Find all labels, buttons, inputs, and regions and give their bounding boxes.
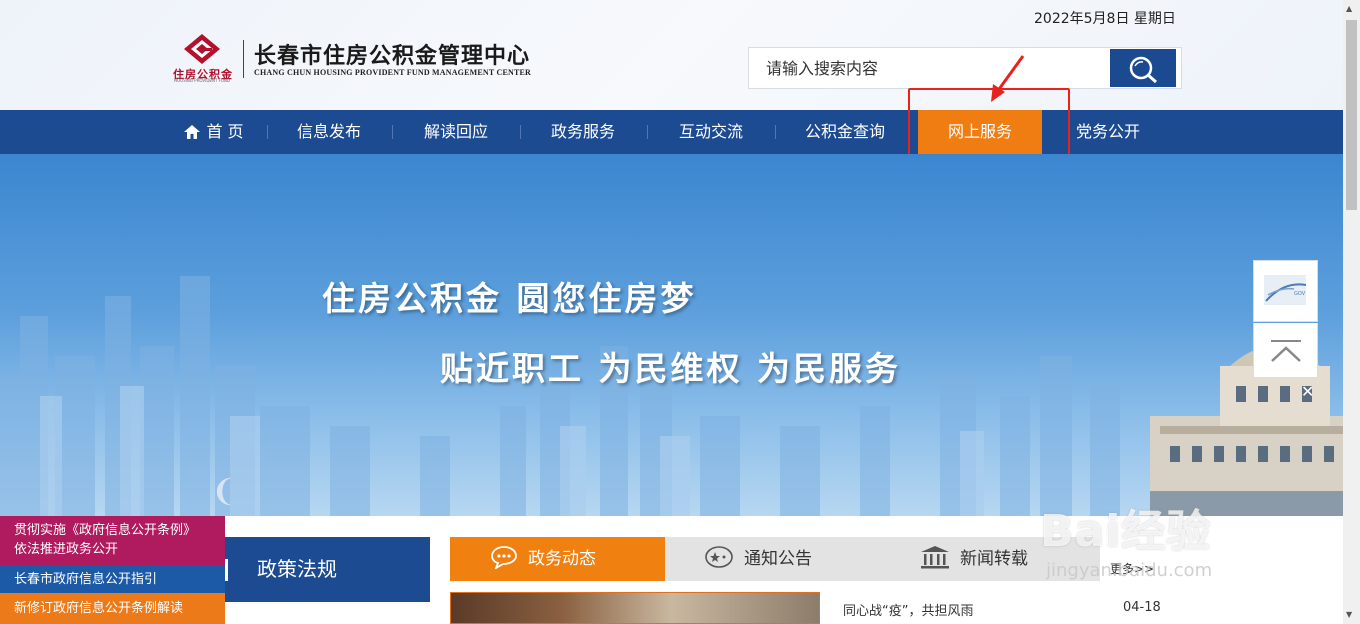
site-subtitle: CHANG CHUN HOUSING PROVIDENT FUND MANAGE… (254, 68, 532, 77)
star-badge-icon (705, 546, 733, 568)
baidu-watermark: Bai经验 (1040, 506, 1212, 557)
banner-prev-arrow-icon[interactable]: ❨ (211, 474, 236, 509)
baidu-watermark-url: jingyan.baidu.com (1046, 560, 1213, 581)
search-icon (1129, 56, 1157, 84)
scroll-down-arrow-icon[interactable]: ▼ (1346, 610, 1352, 619)
hero-banner[interactable]: 住房公积金 圆您住房梦 贴近职工 为民维权 为民服务 ❨ (0, 154, 1343, 516)
news-thumbnail[interactable] (450, 592, 820, 624)
nav-fund-query[interactable]: 公积金查询 (790, 110, 900, 154)
svg-text:GOV: GOV (1294, 291, 1306, 297)
tab-gov-news[interactable]: 政务动态 (450, 537, 665, 581)
policy-regulations-tab[interactable]: 政策法规 (225, 537, 430, 602)
home-icon (184, 125, 201, 139)
chevron-up-icon (1271, 340, 1301, 362)
site-title[interactable]: 长春市住房公积金管理中心 (254, 38, 530, 70)
news-item-date: 04-18 (1123, 600, 1161, 615)
search-input[interactable] (749, 48, 1109, 88)
banner-slogan-primary: 住房公积金 圆您住房梦 (322, 279, 697, 318)
float-close-icon[interactable]: ✕ (1301, 382, 1314, 401)
search-button[interactable] (1110, 49, 1176, 87)
tab-notices[interactable]: 通知公告 (704, 537, 884, 581)
gov-logo-icon: GOV (1264, 275, 1307, 305)
site-header: 2022年5月8日 星期日 住房公积金 HOUSING PROVIDENT FU… (0, 0, 1343, 110)
news-tabs: 政务动态 通知公告 新闻转载 (450, 537, 1100, 581)
current-date: 2022年5月8日 星期日 (1034, 11, 1176, 27)
tab-label: 通知公告 (744, 549, 812, 569)
nav-divider (392, 125, 393, 139)
building-columns-icon (921, 546, 949, 569)
logo-english: HOUSING PROVIDENT FUND (174, 78, 230, 83)
nav-divider (775, 125, 776, 139)
notice-open-gov-guide[interactable]: 长春市政府信息公开指引 (0, 566, 225, 593)
logo-divider (243, 40, 244, 78)
notice-open-gov-regulation[interactable]: 贯彻实施《政府信息公开条例》 依法推进政务公开 (0, 516, 225, 566)
news-item-title[interactable]: 同心战“疫”，共担风雨 (843, 600, 973, 619)
nav-interaction[interactable]: 互动交流 (665, 110, 757, 154)
banner-slogan-secondary: 贴近职工 为民维权 为民服务 (440, 349, 901, 388)
back-to-top-button[interactable] (1253, 323, 1318, 378)
nav-home[interactable]: 首 页 (168, 110, 260, 154)
notice-line: 依法推进政务公开 (14, 542, 119, 557)
nav-home-label: 首 页 (206, 122, 244, 141)
policy-tab-label: 政策法规 (257, 557, 337, 581)
notice-line: 贯彻实施《政府信息公开条例》 (14, 523, 197, 538)
gov-link-float[interactable]: GOV (1253, 260, 1318, 322)
annotation-arrow-icon (991, 55, 1025, 102)
chat-bubble-icon (491, 546, 517, 569)
scroll-up-arrow-icon[interactable]: ▲ (1346, 4, 1352, 13)
tab-label: 新闻转载 (960, 549, 1028, 569)
main-nav: 首 页 信息发布 解读回应 政务服务 互动交流 公积金查询 网上服务 党务公开 (0, 110, 1343, 154)
notice-regulation-interpretation[interactable]: 新修订政府信息公开条例解读 (0, 593, 225, 624)
nav-divider (647, 125, 648, 139)
nav-party-affairs[interactable]: 党务公开 (1062, 110, 1154, 154)
housing-fund-logo-icon (184, 34, 220, 64)
nav-gov-service[interactable]: 政务服务 (537, 110, 629, 154)
tab-edge-marker (225, 559, 228, 581)
scrollbar-thumb[interactable] (1346, 20, 1357, 210)
nav-interpretation[interactable]: 解读回应 (410, 110, 502, 154)
nav-divider (267, 125, 268, 139)
nav-info-release[interactable]: 信息发布 (283, 110, 375, 154)
nav-divider (520, 125, 521, 139)
search-box (748, 47, 1182, 89)
tab-label: 政务动态 (528, 549, 596, 569)
